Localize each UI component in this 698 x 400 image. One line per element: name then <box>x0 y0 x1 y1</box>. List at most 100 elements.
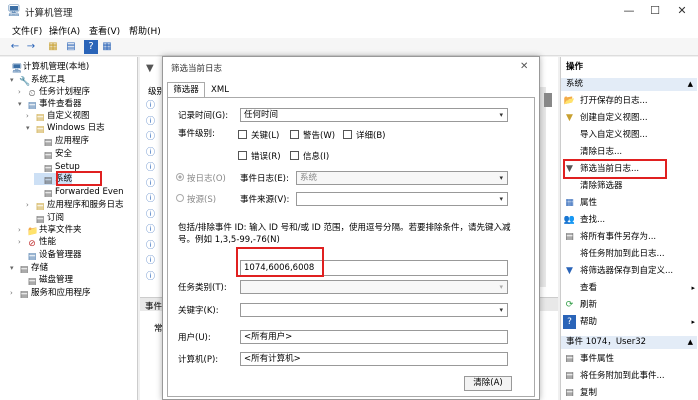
action-properties[interactable]: ▦ 属性 <box>563 196 597 210</box>
event-sources-dropdown[interactable]: ▾ <box>296 192 508 206</box>
action-help[interactable]: ? 帮助 ▸ <box>563 315 697 329</box>
dialog-title: 筛选当前日志 <box>171 64 223 74</box>
filter-icon: ▼ <box>146 63 154 74</box>
action-open-saved-log[interactable]: 📂 打开保存的日志... <box>563 94 648 108</box>
checkbox-information[interactable]: 信息(I) <box>290 150 329 162</box>
help-icon[interactable]: ? <box>84 40 98 54</box>
action-clear-log[interactable]: 清除日志... <box>563 145 622 159</box>
tree-item-app-service-logs[interactable]: › ▤ 应用程序和服务日志 <box>26 199 124 212</box>
action-event-properties[interactable]: ▤ 事件属性 <box>563 352 614 366</box>
filter-tab-panel: 记录时间(G): 任何时间 ▾ 事件级别: 关键(L) 警告(W) 详细(B) 错… <box>167 97 535 397</box>
task-icon: ▤ <box>565 371 574 381</box>
event-detail-title: 事件 <box>145 302 163 312</box>
info-icon: ⓘ <box>146 256 156 266</box>
action-view[interactable]: 查看 ▸ <box>563 281 697 295</box>
tree-item-shared-folders[interactable]: › 📁共享文件夹 <box>18 224 82 237</box>
refresh-icon: ⟳ <box>565 300 574 310</box>
tree-item-subscriptions[interactable]: ▤ 订阅 <box>26 212 64 225</box>
menu-action[interactable]: 操作(A) <box>49 24 80 37</box>
actions-section-system[interactable]: 系统 ▲ <box>561 78 697 91</box>
tree-item-performance[interactable]: › ⊘ 性能 <box>18 236 56 249</box>
chevron-down-icon: ▾ <box>499 174 503 182</box>
radio-by-log[interactable]: 按日志(O) <box>176 172 226 184</box>
tree-item-device-manager[interactable]: ▤ 设备管理器 <box>18 249 82 262</box>
action-save-filter-custom-view[interactable]: ▼ 将筛选器保存到自定义... <box>563 264 673 278</box>
disk-icon: ▤ <box>27 277 37 287</box>
radio-by-source[interactable]: 按源(S) <box>176 193 216 205</box>
radio-dot-icon <box>176 173 184 181</box>
tree-item-task-scheduler[interactable]: › ⏲ 任务计划程序 <box>18 86 90 99</box>
event-rows: ⓘ ⓘ ⓘ ⓘ ⓘ ⓘ ⓘ ⓘ ⓘ ⓘ ⓘ ⓘ <box>146 99 160 289</box>
list-icon[interactable]: ▤ <box>64 40 78 54</box>
tab-xml[interactable]: XML <box>207 83 233 97</box>
back-icon[interactable]: ← <box>8 40 22 54</box>
menu-view[interactable]: 查看(V) <box>89 24 120 37</box>
action-attach-task-event[interactable]: ▤ 将任务附加到此事件... <box>563 369 664 383</box>
event-logs-label: 事件日志(E): <box>240 174 289 184</box>
action-find[interactable]: 👥 查找... <box>563 213 605 227</box>
menu-help[interactable]: 帮助(H) <box>129 24 161 37</box>
event-sources-label: 事件来源(V): <box>240 195 290 205</box>
logged-dropdown[interactable]: 任何时间 ▾ <box>240 108 508 122</box>
info-icon: ⓘ <box>146 209 156 220</box>
tree-item-storage[interactable]: ▾ ▤ 存储 <box>10 262 48 275</box>
tree-item-application[interactable]: ▤ 应用程序 <box>34 135 89 148</box>
minimize-button[interactable]: — <box>617 3 641 19</box>
action-save-all-events[interactable]: ▤ 将所有事件另存为... <box>563 230 656 244</box>
menu-file[interactable]: 文件(F) <box>12 24 42 37</box>
navigation-tree: 🖥计算机管理(本地) ▾ 🔧系统工具 › ⏲ 任务计划程序 ▾ ▤ 事件查看器 › ▤ 自定义… <box>0 57 138 400</box>
highlight-event-ids <box>236 247 324 277</box>
info-icon: ⓘ <box>146 147 156 158</box>
keywords-dropdown[interactable]: ▾ <box>240 303 508 317</box>
tab-filter[interactable]: 筛选器 <box>167 82 205 98</box>
info-icon: ⓘ <box>146 225 156 235</box>
maximize-button[interactable]: ☐ <box>643 3 667 19</box>
folder-icon[interactable]: ▦ <box>46 40 60 54</box>
user-input[interactable]: <所有用户> <box>240 330 508 344</box>
tree-item-forwarded-events[interactable]: ▤ Forwarded Even <box>34 186 124 199</box>
computer-input[interactable]: <所有计算机> <box>240 352 508 366</box>
checkbox-verbose[interactable]: 详细(B) <box>343 129 385 141</box>
tree-item-event-viewer[interactable]: ▾ ▤ 事件查看器 <box>18 98 82 111</box>
action-attach-task-log[interactable]: 将任务附加到此日志... <box>563 247 665 261</box>
tree-item-security[interactable]: ▤ 安全 <box>34 148 72 161</box>
tree-item-windows-logs[interactable]: ▾ ▤ Windows 日志 <box>26 122 105 135</box>
action-import-custom-view[interactable]: 导入自定义视图... <box>563 128 648 142</box>
checkbox-box <box>238 130 247 139</box>
action-create-custom-view[interactable]: ▼ 创建自定义视图... <box>563 111 648 125</box>
chevron-down-icon: ▾ <box>499 111 503 119</box>
computer-management-icon: 🖥 <box>7 4 21 17</box>
clear-button[interactable]: 清除(A) <box>464 376 512 391</box>
checkbox-box <box>343 130 352 139</box>
tree-item-computer-management[interactable]: 🖥计算机管理(本地) <box>2 61 89 74</box>
tree-item-custom-views[interactable]: › ▤ 自定义视图 <box>26 110 90 123</box>
menu-bar: 文件(F) 操作(A) 查看(V) 帮助(H) <box>0 22 698 38</box>
action-refresh[interactable]: ⟳ 刷新 <box>563 298 597 312</box>
checkbox-box <box>238 151 247 160</box>
close-button[interactable]: ✕ <box>670 3 694 19</box>
checkbox-error[interactable]: 错误(R) <box>238 150 281 162</box>
tree-item-system-tools[interactable]: ▾ 🔧系统工具 <box>10 74 65 87</box>
help-icon: ? <box>563 315 576 329</box>
panel-icon[interactable]: ▦ <box>100 40 114 54</box>
highlight-filter-current-log <box>563 159 667 179</box>
chevron-down-icon: ▾ <box>499 195 503 203</box>
action-clear-filter[interactable]: 清除筛选器 <box>563 179 623 193</box>
dialog-close-button[interactable]: ✕ <box>520 61 528 72</box>
info-icon: ⓘ <box>146 116 156 127</box>
log-icon: ▤ <box>43 176 53 186</box>
properties-icon: ▦ <box>565 198 574 208</box>
forward-icon[interactable]: → <box>24 40 38 54</box>
scrollbar-thumb[interactable] <box>544 93 552 107</box>
info-icon: ⓘ <box>146 240 156 251</box>
event-logs-dropdown[interactable]: 系统 ▾ <box>296 171 508 185</box>
checkbox-critical[interactable]: 关键(L) <box>238 129 279 141</box>
task-category-dropdown[interactable]: ▾ <box>240 280 508 294</box>
actions-section-event[interactable]: 事件 1074，User32 ▲ <box>561 336 697 349</box>
tree-item-services-apps[interactable]: › ▤ 服务和应用程序 <box>10 287 91 300</box>
action-copy[interactable]: ▤ 复制 <box>563 386 597 400</box>
checkbox-warning[interactable]: 警告(W) <box>290 129 335 141</box>
filter-icon: ▼ <box>566 266 573 276</box>
tree-item-disk-management[interactable]: ▤ 磁盘管理 <box>18 274 73 287</box>
copy-icon: ▤ <box>565 388 574 398</box>
